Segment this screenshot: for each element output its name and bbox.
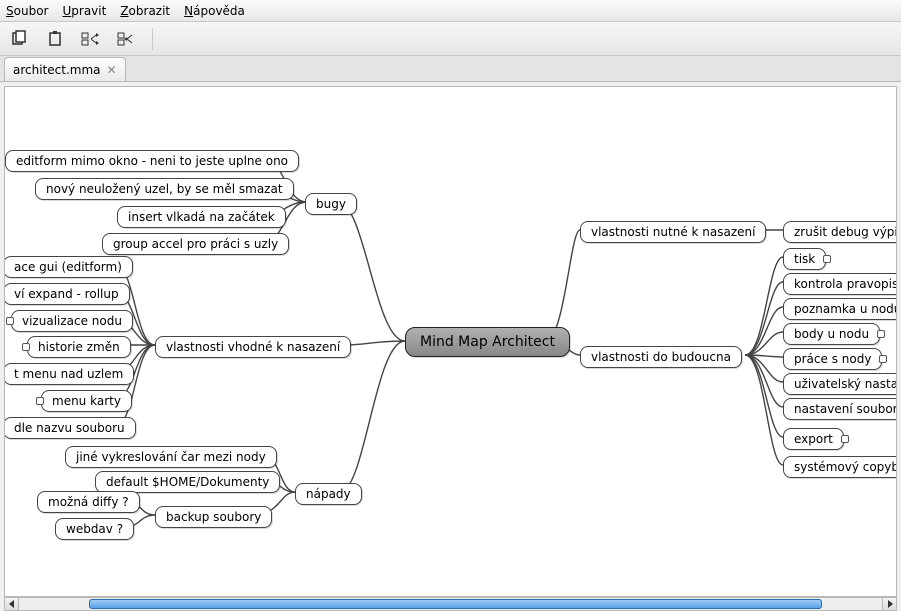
menubar: Soubor Upravit Zobrazit Nápověda xyxy=(0,0,901,22)
handle-icon[interactable] xyxy=(22,343,30,351)
node-bugy-child-2[interactable]: insert vlkadá na začátek xyxy=(117,206,286,228)
node-napady[interactable]: nápady xyxy=(295,483,362,505)
node-budoucna[interactable]: vlastnosti do budoucna xyxy=(580,346,742,368)
handle-icon[interactable] xyxy=(841,435,849,443)
toolbar xyxy=(0,22,901,56)
node-bud-child-5[interactable]: uživatelský nastave xyxy=(783,373,896,395)
node-vv-child-4[interactable]: t menu nad uzlem xyxy=(5,363,134,385)
node-backup[interactable]: backup soubory xyxy=(155,506,272,528)
collapse-all-icon[interactable] xyxy=(116,28,138,50)
node-bugy-child-1[interactable]: nový neuložený uzel, by se měl smazat xyxy=(35,178,294,200)
scroll-thumb[interactable] xyxy=(89,599,822,609)
handle-icon[interactable] xyxy=(877,330,885,338)
node-vv-child-2[interactable]: vizualizace nodu xyxy=(11,310,133,332)
handle-icon[interactable] xyxy=(6,317,14,325)
menu-view[interactable]: Zobrazit xyxy=(120,4,170,18)
menu-file[interactable]: Soubor xyxy=(6,4,48,18)
node-vlastnosti-vhodne[interactable]: vlastnosti vhodné k nasazení xyxy=(155,336,351,358)
tab-architect[interactable]: architect.mma ✕ xyxy=(4,57,126,81)
node-napady-child-1[interactable]: default $HOME/Dokumenty xyxy=(95,471,280,493)
tab-title: architect.mma xyxy=(13,63,101,77)
node-napady-child-0[interactable]: jiné vykreslování čar mezi nody xyxy=(65,446,277,468)
node-bud-child-4[interactable]: práce s nody xyxy=(783,348,882,370)
handle-icon[interactable] xyxy=(823,255,831,263)
node-nutne[interactable]: vlastnosti nutné k nasazení xyxy=(580,221,766,243)
node-bud-child-1[interactable]: kontrola pravopisu xyxy=(783,273,896,295)
horizontal-scrollbar[interactable] xyxy=(4,597,897,611)
node-vv-child-5[interactable]: menu karty xyxy=(41,390,132,412)
node-bugy-child-0[interactable]: editform mimo okno - neni to jeste uplne… xyxy=(5,150,299,172)
node-bud-child-3[interactable]: body u nodu xyxy=(783,323,880,345)
handle-icon[interactable] xyxy=(879,355,887,363)
node-vv-child-1[interactable]: ví expand - rollup xyxy=(5,283,130,305)
scroll-track[interactable] xyxy=(19,598,882,610)
node-bud-child-7[interactable]: export xyxy=(783,428,844,450)
node-root[interactable]: Mind Map Architect xyxy=(405,327,570,357)
node-backup-child-1[interactable]: webdav ? xyxy=(55,518,134,540)
node-bud-child-2[interactable]: poznamka u nodu xyxy=(783,298,896,320)
node-backup-child-0[interactable]: možná diffy ? xyxy=(37,491,140,513)
node-bud-child-8[interactable]: systémový copybor xyxy=(783,456,896,478)
handle-icon[interactable] xyxy=(36,397,44,405)
tabbar: architect.mma ✕ xyxy=(0,56,901,82)
root-label: Mind Map Architect xyxy=(420,334,555,350)
paste-icon[interactable] xyxy=(44,28,66,50)
node-vv-child-6[interactable]: dle nazvu souboru xyxy=(5,417,136,439)
copy-icon[interactable] xyxy=(8,28,30,50)
menu-help[interactable]: Nápověda xyxy=(184,4,245,18)
scroll-left-icon[interactable] xyxy=(5,598,19,610)
close-icon[interactable]: ✕ xyxy=(107,63,117,77)
node-bugy-child-3[interactable]: group accel pro práci s uzly xyxy=(102,233,289,255)
node-nutne-child-0[interactable]: zrušit debug výpisy xyxy=(783,221,896,243)
node-bud-child-6[interactable]: nastavení souboru xyxy=(783,398,896,420)
mindmap-canvas[interactable]: Mind Map Architect bugy editform mimo ok… xyxy=(5,87,896,596)
toolbar-separator xyxy=(152,28,153,50)
menu-edit[interactable]: Upravit xyxy=(62,4,106,18)
node-bugy[interactable]: bugy xyxy=(305,193,357,215)
expand-all-icon[interactable] xyxy=(80,28,102,50)
scroll-right-icon[interactable] xyxy=(882,598,896,610)
node-vv-child-0[interactable]: ace gui (editform) xyxy=(5,256,133,278)
node-bud-child-0[interactable]: tisk xyxy=(783,248,826,270)
canvas-wrap: Mind Map Architect bugy editform mimo ok… xyxy=(4,86,897,597)
node-vv-child-3[interactable]: historie změn xyxy=(27,336,131,358)
